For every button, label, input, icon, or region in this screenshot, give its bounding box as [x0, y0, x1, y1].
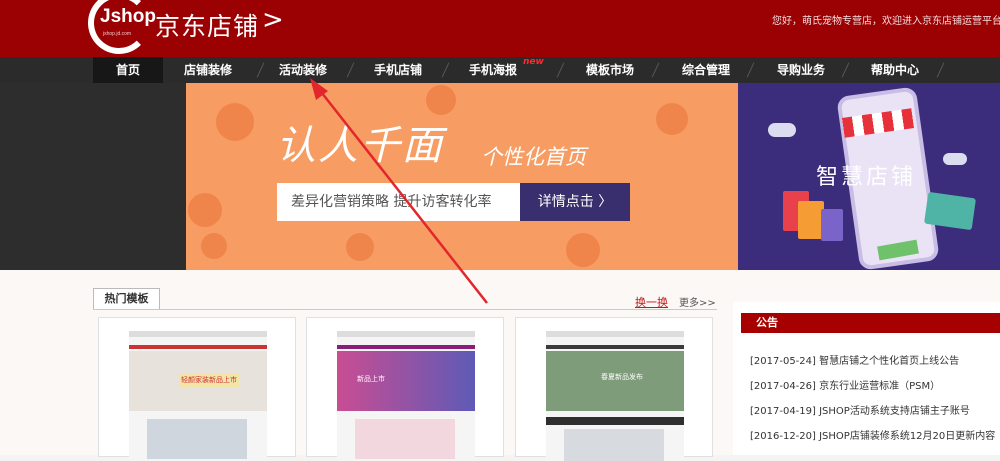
nav-separator	[346, 62, 355, 78]
notice-item[interactable]: [2017-05-24] 智慧店铺之个性化首页上线公告	[750, 352, 959, 367]
section-divider	[93, 309, 717, 310]
banner-headline: 认人千面	[276, 123, 444, 169]
nav-mobile-poster-label: 手机海报	[469, 63, 518, 77]
coin-decoration	[188, 193, 222, 227]
thumb-strip	[546, 417, 684, 425]
nav-activity-decoration[interactable]: 活动装修	[279, 57, 327, 83]
nav-separator	[556, 62, 565, 78]
thumb-nav	[546, 345, 684, 349]
coin-decoration	[201, 233, 227, 259]
jshop-logo-sub: jshop.jd.com	[103, 31, 132, 37]
details-button[interactable]: 详情点击 〉	[520, 183, 630, 221]
nav-help-center[interactable]: 帮助中心	[871, 57, 919, 83]
nav-separator	[651, 62, 660, 78]
jshop-logo[interactable]: Jshop	[100, 6, 156, 28]
coin-decoration	[426, 85, 456, 115]
nav-separator	[936, 62, 945, 78]
coin-decoration	[216, 103, 254, 141]
notice-item[interactable]: [2017-04-19] JSHOP活动系统支持店铺主子账号	[750, 402, 970, 417]
template-thumbnail: 春夏新品发布	[546, 331, 684, 461]
coin-decoration	[566, 233, 600, 267]
welcome-message: 您好，萌氏宠物专营店，欢迎进入京东店铺运营平台	[772, 16, 1000, 27]
new-badge: new	[523, 57, 544, 67]
notice-title: 公告	[741, 313, 1000, 333]
logo-title[interactable]: 京东店铺	[155, 7, 259, 43]
nav-shopping-guide[interactable]: 导购业务	[777, 57, 825, 83]
template-card[interactable]: 轻颜家装新品上市	[98, 317, 296, 461]
smart-store-banner[interactable]: 智慧店铺	[738, 83, 1000, 270]
template-thumbnail: 新品上市	[337, 331, 475, 461]
swap-link[interactable]: 换一换	[635, 294, 668, 310]
notice-item[interactable]: [2017-04-26] 京东行业运营标准（PSM）	[750, 377, 940, 392]
hot-templates-tab[interactable]: 热门模板	[93, 288, 160, 310]
smart-store-title: 智慧店铺	[816, 165, 917, 190]
nav-separator	[746, 62, 755, 78]
nav-general-management[interactable]: 综合管理	[682, 57, 730, 83]
template-card[interactable]: 新品上市	[306, 317, 504, 461]
nav-shop-decoration[interactable]: 店铺装修	[184, 57, 232, 83]
coin-decoration	[346, 233, 374, 261]
main-nav: 首页 店铺装修 活动装修 手机店铺 手机海报 new 模板市场 综合管理 导购业…	[0, 57, 1000, 83]
thumb-products	[147, 419, 247, 459]
nav-separator	[841, 62, 850, 78]
more-link[interactable]: 更多>>	[679, 294, 716, 309]
template-card[interactable]: 春夏新品发布	[515, 317, 713, 461]
banner-headline-sub: 个性化首页	[481, 145, 586, 169]
nav-mobile-poster[interactable]: 手机海报 new	[469, 57, 544, 83]
thumb-products	[564, 429, 664, 461]
thumb-nav	[337, 345, 475, 349]
cloud-icon	[943, 153, 967, 165]
promo-banner[interactable]: 认人千面 个性化首页 差异化营销策略 提升访客转化率 详情点击 〉	[186, 83, 738, 270]
nav-template-market[interactable]: 模板市场	[586, 57, 634, 83]
nav-separator	[441, 62, 450, 78]
shopping-bag-icon	[821, 209, 843, 241]
banner-left-panel	[0, 83, 186, 270]
notice-item[interactable]: [2016-12-20] JSHOP店铺装修系统12月20日更新内容	[750, 427, 995, 442]
cloud-icon	[768, 123, 796, 137]
nav-home[interactable]: 首页	[93, 57, 163, 83]
thumb-header	[546, 331, 684, 337]
nav-mobile-shop[interactable]: 手机店铺	[374, 57, 422, 83]
chevron-right-icon[interactable]: >	[262, 5, 284, 35]
thumb-nav	[129, 345, 267, 349]
thumb-caption: 新品上市	[357, 375, 385, 383]
coin-decoration	[656, 103, 688, 135]
thumb-products	[355, 419, 455, 459]
thumb-header	[337, 331, 475, 337]
top-header: Jshop jshop.jd.com 京东店铺 > 您好，萌氏宠物专营店，欢迎进…	[0, 0, 1000, 57]
nav-separator	[256, 62, 265, 78]
thumb-caption: 春夏新品发布	[601, 373, 643, 381]
credit-card-icon	[924, 191, 976, 231]
banner-tagline: 差异化营销策略 提升访客转化率	[277, 183, 520, 221]
thumb-caption: 轻颜家装新品上市	[179, 373, 239, 387]
template-thumbnail: 轻颜家装新品上市	[129, 331, 267, 461]
thumb-header	[129, 331, 267, 337]
